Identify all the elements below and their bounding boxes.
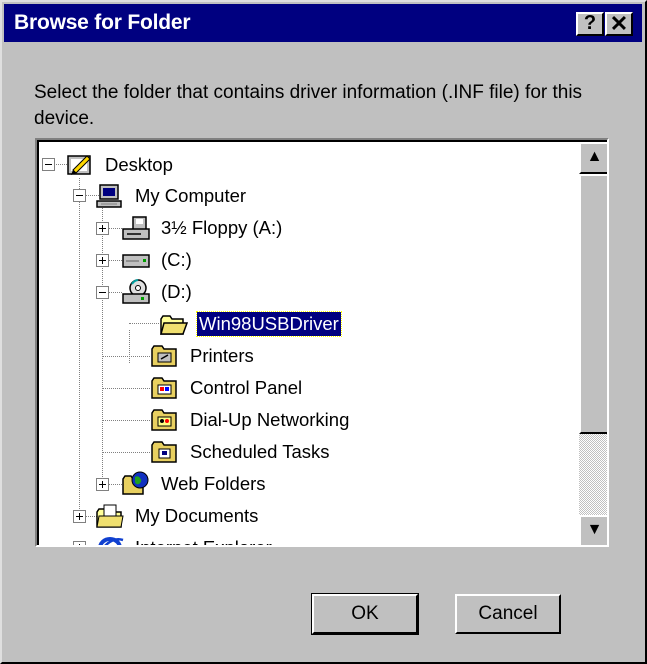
collapse-my-computer-icon[interactable] <box>73 189 86 202</box>
expand-internet-explorer-icon[interactable] <box>73 541 86 545</box>
hard-drive-icon <box>122 254 150 268</box>
tree-item-label: Scheduled Tasks <box>190 441 330 462</box>
internet-explorer-icon <box>98 537 124 545</box>
tree-item-label: My Computer <box>135 185 247 206</box>
expand-c-drive-icon[interactable] <box>96 254 109 267</box>
floppy-drive-icon <box>122 216 150 240</box>
expand-my-documents-icon[interactable] <box>73 510 86 523</box>
instruction-text: Select the folder that contains driver i… <box>34 82 583 129</box>
tree-item-label: 3½ Floppy (A:) <box>161 217 283 238</box>
collapse-desktop-icon[interactable] <box>42 158 55 171</box>
tree-item-label: Web Folders <box>161 473 266 494</box>
help-button[interactable]: ? <box>576 12 604 36</box>
title-bar[interactable]: Browse for Folder ? ✕ <box>4 4 642 42</box>
folder-tree-list: Desktop My Computer 3½ Floppy (A:) (C:) … <box>39 142 579 545</box>
tree-item-label: Printers <box>190 345 254 366</box>
folder-open-icon <box>160 315 189 335</box>
web-folders-icon <box>122 471 149 495</box>
dial-up-networking-icon <box>151 409 177 431</box>
tree-item-label: (D:) <box>161 281 192 302</box>
cancel-button[interactable]: Cancel <box>455 594 561 634</box>
expand-web-folders-icon[interactable] <box>96 478 109 491</box>
window-title: Browse for Folder <box>14 11 191 34</box>
printers-folder-icon <box>151 345 177 367</box>
tree-item-label: Win98USBDriver <box>196 311 342 337</box>
tree-item-label: Control Panel <box>190 377 303 398</box>
scroll-thumb[interactable] <box>579 174 607 434</box>
scroll-down-button[interactable]: ▼ <box>579 515 607 545</box>
expand-floppy-icon[interactable] <box>96 222 109 235</box>
desktop-icon <box>67 155 91 175</box>
tree-item-label: My Documents <box>135 505 259 526</box>
tree-item-label: Desktop <box>105 154 173 175</box>
scheduled-tasks-icon <box>151 441 177 463</box>
collapse-d-drive-icon[interactable] <box>96 286 109 299</box>
tree-item-label: Internet Explorer <box>133 536 274 545</box>
scroll-up-button[interactable]: ▲ <box>579 142 607 174</box>
browse-for-folder-dialog: Browse for Folder ? ✕ Select the folder … <box>0 0 647 664</box>
computer-icon <box>96 184 122 208</box>
ok-button[interactable]: OK <box>311 593 419 635</box>
my-documents-icon <box>96 504 124 528</box>
cd-drive-icon <box>122 279 150 304</box>
control-panel-icon <box>151 377 177 399</box>
tree-item-label: (C:) <box>161 249 192 270</box>
tree-vertical-scrollbar[interactable]: ▲ ▼ <box>579 142 607 545</box>
folder-tree: Desktop My Computer 3½ Floppy (A:) (C:) … <box>35 138 609 547</box>
tree-item-label: Dial-Up Networking <box>190 409 350 430</box>
close-button[interactable]: ✕ <box>605 12 633 36</box>
